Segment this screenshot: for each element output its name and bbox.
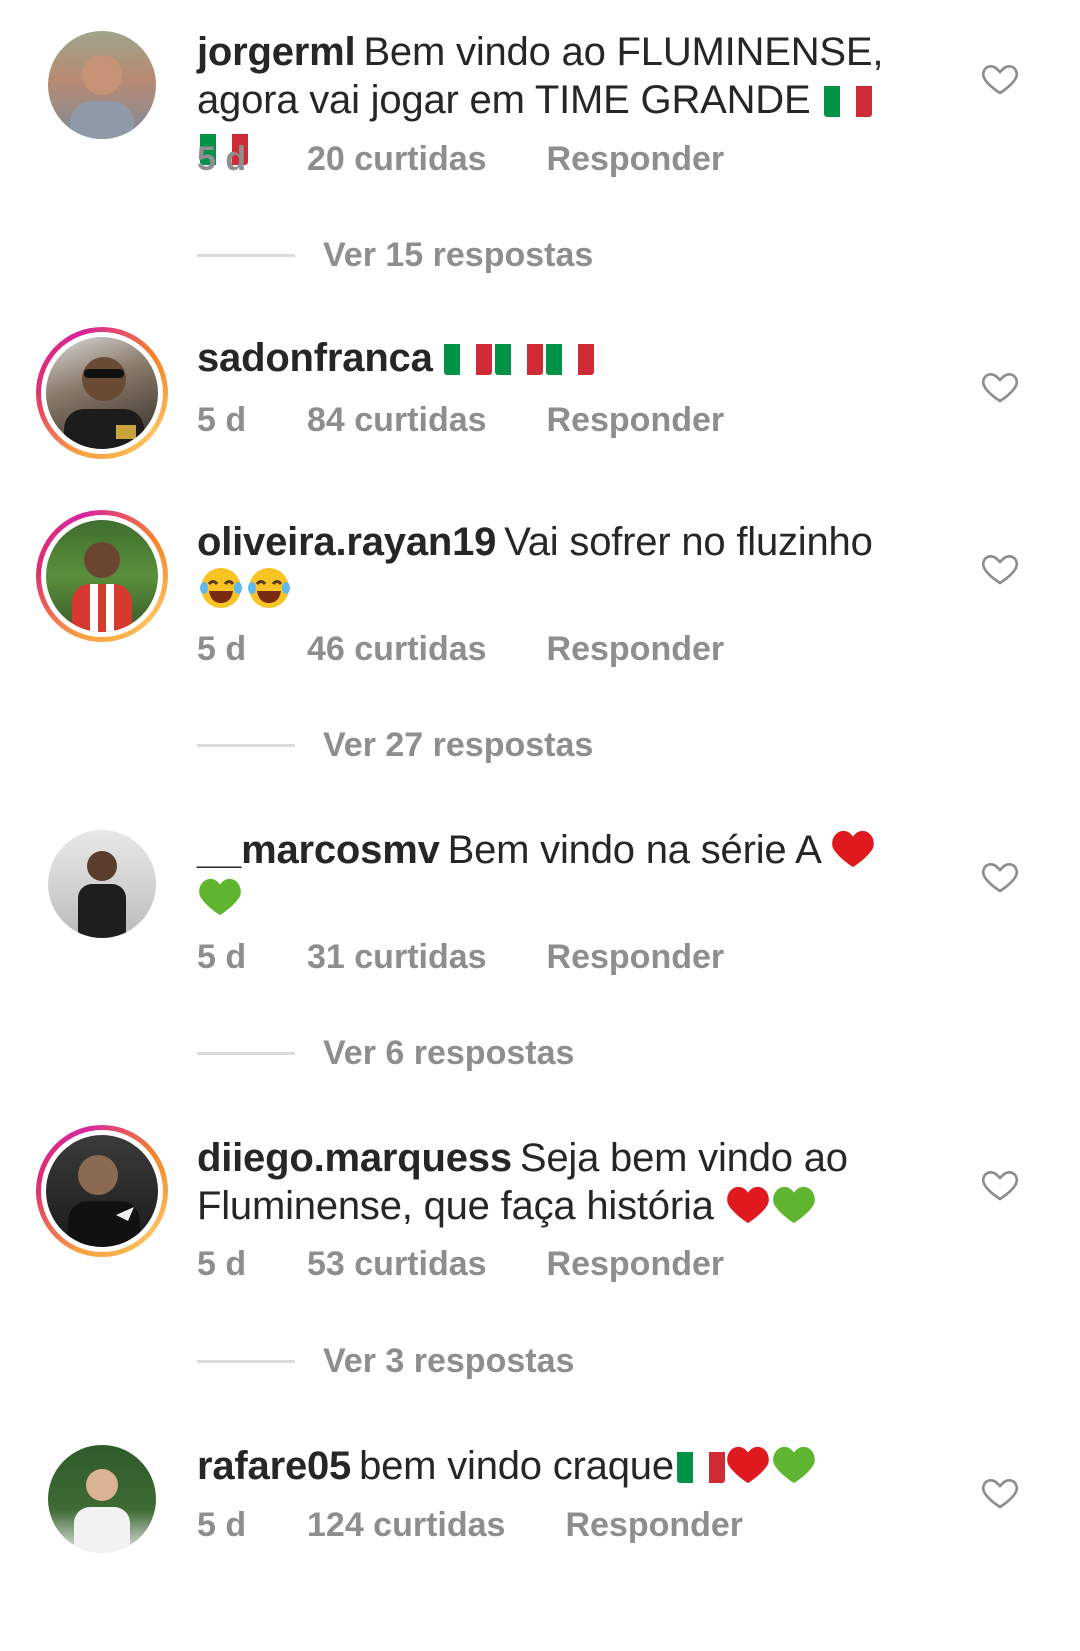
like-heart-icon[interactable]: [980, 58, 1020, 98]
like-heart-icon[interactable]: [980, 1472, 1020, 1512]
red-heart-icon: [727, 1446, 769, 1484]
divider-line: [197, 1360, 295, 1363]
italy-flag-icon: [494, 341, 543, 375]
view-replies-label: Ver 3 respostas: [323, 1342, 575, 1380]
like-heart-icon[interactable]: [980, 1164, 1020, 1204]
reply-button[interactable]: Responder: [547, 401, 725, 440]
laughing-face-icon: [200, 568, 242, 608]
likes-count[interactable]: 20 curtidas: [307, 140, 487, 179]
likes-count[interactable]: 31 curtidas: [307, 938, 487, 977]
comment-text: oliveira.rayan19 Vai sofrer no fluzinho: [197, 518, 917, 615]
avatar[interactable]: [48, 830, 156, 938]
comment-body: bem vindo craque: [359, 1444, 674, 1488]
comment-username[interactable]: oliveira.rayan19: [197, 520, 496, 564]
comment-body: Bem vindo na série A: [447, 828, 820, 872]
italy-flag-icon: [545, 341, 594, 375]
comment-username[interactable]: sadonfranca: [197, 336, 433, 380]
comment-time: 5 d: [197, 630, 247, 668]
comment-time: 5 d: [197, 401, 247, 439]
laughing-face-icon: [248, 568, 290, 608]
comment-body: Vai sofrer no fluzinho: [504, 520, 873, 564]
reply-button[interactable]: Responder: [547, 938, 725, 977]
likes-count[interactable]: 84 curtidas: [307, 401, 487, 440]
likes-count[interactable]: 46 curtidas: [307, 630, 487, 669]
view-replies-button[interactable]: Ver 6 respostas: [197, 1034, 574, 1073]
red-heart-icon: [726, 1186, 769, 1224]
view-replies-label: Ver 15 respostas: [323, 236, 594, 274]
italy-flag-icon: [676, 1449, 725, 1483]
divider-line: [197, 744, 295, 747]
like-heart-icon[interactable]: [980, 366, 1020, 406]
italy-flag-icon: [824, 83, 873, 117]
reply-button[interactable]: Responder: [547, 630, 725, 669]
red-heart-icon: [832, 830, 875, 868]
reply-button[interactable]: Responder: [547, 1245, 725, 1284]
like-heart-icon[interactable]: [980, 548, 1020, 588]
green-heart-icon: [772, 1186, 815, 1224]
view-replies-button[interactable]: Ver 15 respostas: [197, 236, 593, 275]
comment-username[interactable]: __marcosmv: [197, 828, 440, 872]
avatar-story[interactable]: [36, 1125, 168, 1257]
reply-button[interactable]: Responder: [547, 140, 725, 179]
comment-time: 5 d: [197, 938, 247, 976]
avatar[interactable]: [48, 31, 156, 139]
view-replies-label: Ver 6 respostas: [323, 1034, 575, 1072]
comment-time: 5 d: [197, 1506, 247, 1544]
divider-line: [197, 1052, 295, 1055]
comment-time: 5 d: [197, 1245, 247, 1283]
comment-text: __marcosmv Bem vindo na série A: [197, 826, 917, 922]
divider-line: [197, 254, 295, 257]
avatar[interactable]: [48, 1445, 156, 1553]
comment-text: rafare05 bem vindo craque: [197, 1442, 917, 1490]
view-replies-button[interactable]: Ver 27 respostas: [197, 726, 593, 765]
comment-username[interactable]: diiego.marquess: [197, 1136, 512, 1180]
comment-text: sadonfranca: [197, 334, 917, 382]
likes-count[interactable]: 124 curtidas: [307, 1506, 505, 1545]
comment-username[interactable]: rafare05: [197, 1444, 351, 1488]
view-replies-button[interactable]: Ver 3 respostas: [197, 1342, 574, 1381]
avatar-story[interactable]: [36, 510, 168, 642]
comment-username[interactable]: jorgerml: [197, 30, 356, 74]
like-heart-icon[interactable]: [980, 856, 1020, 896]
comment-time: 5 d: [197, 140, 247, 178]
view-replies-label: Ver 27 respostas: [323, 726, 594, 764]
green-heart-icon: [199, 878, 241, 916]
reply-button[interactable]: Responder: [565, 1506, 743, 1545]
green-heart-icon: [773, 1446, 815, 1484]
comment-text: diiego.marquess Seja bem vindo ao Flumine…: [197, 1134, 917, 1230]
italy-flag-icon: [443, 341, 492, 375]
likes-count[interactable]: 53 curtidas: [307, 1245, 487, 1284]
avatar-story[interactable]: [36, 327, 168, 459]
